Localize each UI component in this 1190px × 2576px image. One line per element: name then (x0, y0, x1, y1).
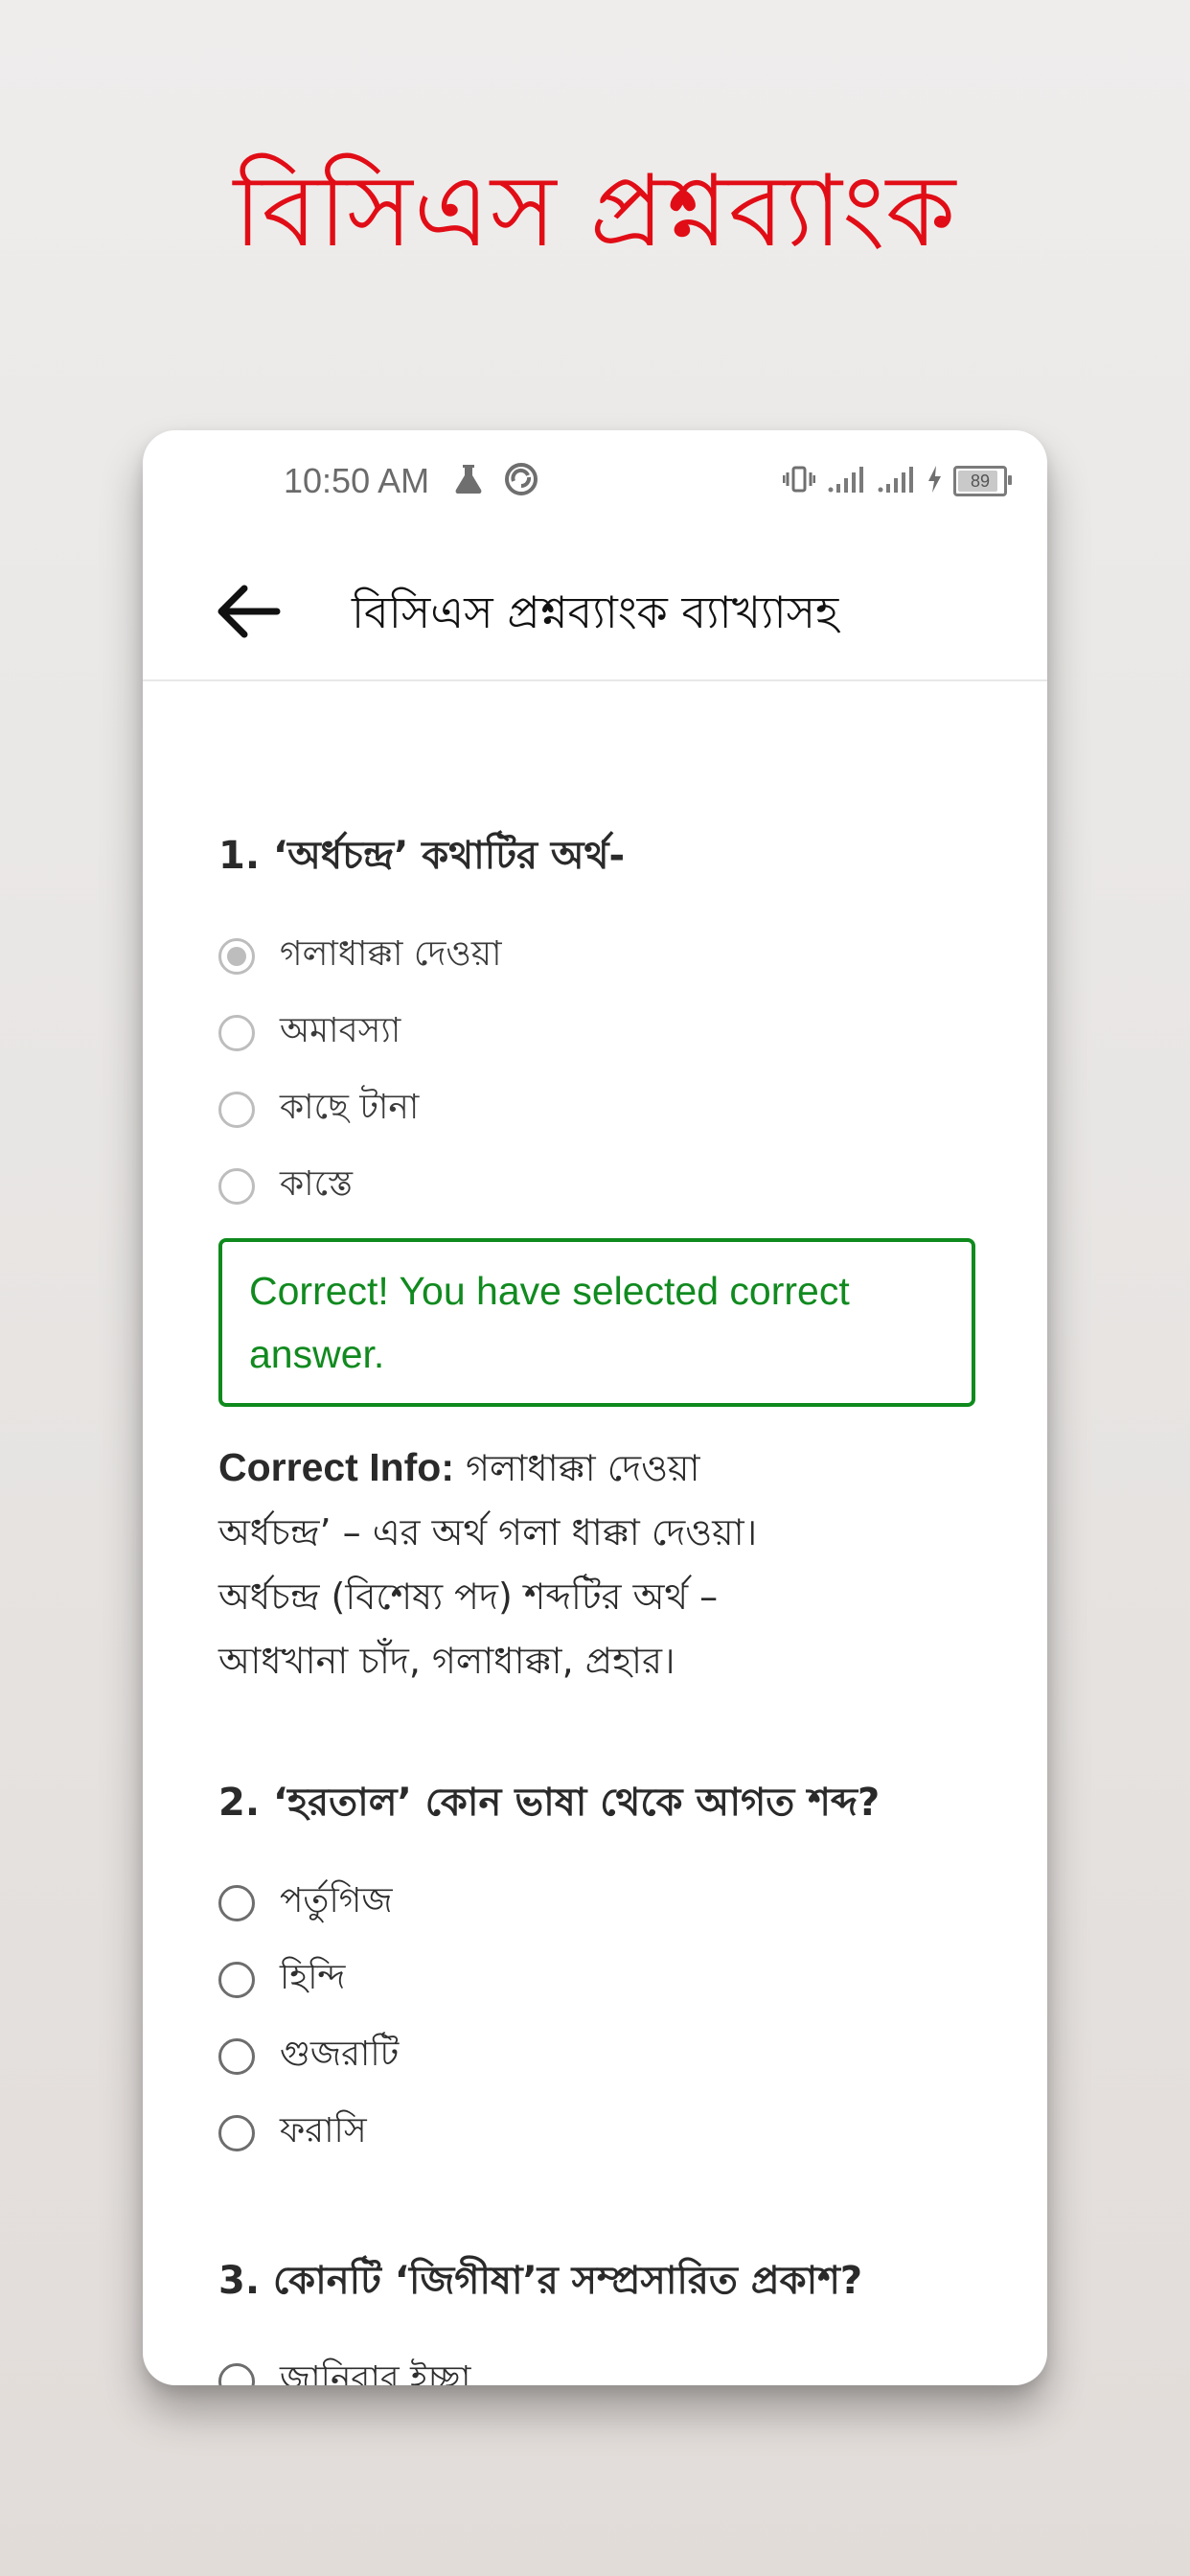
signal-1-icon (827, 465, 865, 497)
option-4[interactable]: ফরাসি (218, 2095, 975, 2172)
radio-icon (218, 1885, 255, 1921)
lab-flask-icon (451, 461, 486, 501)
info-line: অর্ধচন্দ্র (বিশেষ্য পদ) শব্দটির অর্থ – (218, 1576, 719, 1618)
option-label: গুজরাটি (280, 2035, 400, 2074)
option-label: ফরাসি (280, 2111, 367, 2150)
option-label: অমাবস্যা (280, 1011, 401, 1050)
radio-icon (218, 1092, 255, 1128)
signal-2-icon (877, 465, 915, 497)
option-label: জানিবার ইচ্ছা (280, 2359, 471, 2385)
option-label: কাছে টানা (280, 1088, 420, 1127)
arrow-left-icon (217, 585, 281, 638)
option-label: পর্তুগিজ (280, 1881, 393, 1920)
vibrate-icon (782, 465, 816, 497)
option-2[interactable]: হিন্দি (218, 1942, 975, 2018)
radio-selected-icon (218, 938, 255, 975)
option-3[interactable]: গুজরাটি (218, 2018, 975, 2095)
info-answer: গলাধাক্কা দেওয়া (454, 1447, 700, 1489)
question-list: 1. ‘অর্ধচন্দ্র’ কথাটির অর্থ- গলাধাক্কা দ… (218, 825, 975, 2385)
option-1[interactable]: গলাধাক্কা দেওয়া (218, 918, 975, 995)
question-2: 2. ‘হরতাল’ কোন ভাষা থেকে আগত শব্দ? পর্তু… (218, 1772, 975, 2172)
option-label: হিন্দি (280, 1958, 346, 1997)
option-2[interactable]: অমাবস্যা (218, 995, 975, 1071)
radio-icon (218, 2115, 255, 2151)
option-1[interactable]: জানিবার ইচ্ছা (218, 2343, 975, 2385)
question-title: 2. ‘হরতাল’ কোন ভাষা থেকে আগত শব্দ? (218, 1781, 881, 1825)
info-line: আধখানা চাঁদ, গলাধাক্কা, প্রহার। (218, 1640, 675, 1682)
status-bar: 10:50 AM 89 (143, 430, 1047, 536)
option-3[interactable]: কাছে টানা (218, 1071, 975, 1148)
sync-circle-icon (503, 461, 539, 501)
info-line: অর্ধচন্দ্র’ – এর অর্থ গলা ধাক্কা দেওয়া। (218, 1511, 758, 1553)
question-title: 1. ‘অর্ধচন্দ্র’ কথাটির অর্থ- (218, 834, 626, 878)
status-time: 10:50 AM (284, 461, 430, 500)
app-bar: বিসিএস প্রশ্নব্যাংক ব্যাখ্যাসহ (143, 536, 1047, 681)
question-title: 3. কোনটি ‘জিগীষা’র সম্প্রসারিত প্রকাশ? (218, 2259, 863, 2303)
page-title: বিসিএস প্রশ্নব্যাংক ব্যাখ্যাসহ (352, 586, 839, 638)
promo-title: বিসিএস প্রশ্নব্যাংক (233, 152, 957, 269)
radio-icon (218, 1168, 255, 1205)
charging-icon (927, 465, 942, 497)
correct-feedback: Correct! You have selected correct answe… (218, 1238, 975, 1407)
question-3: 3. কোনটি ‘জিগীষা’র সম্প্রসারিত প্রকাশ? জ… (218, 2250, 975, 2385)
radio-icon (218, 2038, 255, 2075)
radio-icon (218, 2363, 255, 2385)
option-label: কাস্তে (280, 1164, 353, 1204)
question-1: 1. ‘অর্ধচন্দ্র’ কথাটির অর্থ- গলাধাক্কা দ… (218, 825, 975, 1693)
radio-icon (218, 1962, 255, 1998)
back-button[interactable] (210, 578, 286, 645)
option-label: গলাধাক্কা দেওয়া (280, 934, 502, 974)
battery-icon: 89 (953, 466, 1012, 496)
phone-screen: 10:50 AM 89 বিসিএস প্রশ্নব্যাংক ব্যাখ্যা… (143, 430, 1047, 2385)
battery-level: 89 (970, 471, 991, 491)
option-1[interactable]: পর্তুগিজ (218, 1865, 975, 1942)
correct-info: Correct Info: গলাধাক্কা দেওয়া অর্ধচন্দ্… (218, 1436, 975, 1693)
option-4[interactable]: কাস্তে (218, 1148, 975, 1225)
info-label: Correct Info: (218, 1445, 454, 1489)
radio-icon (218, 1015, 255, 1051)
